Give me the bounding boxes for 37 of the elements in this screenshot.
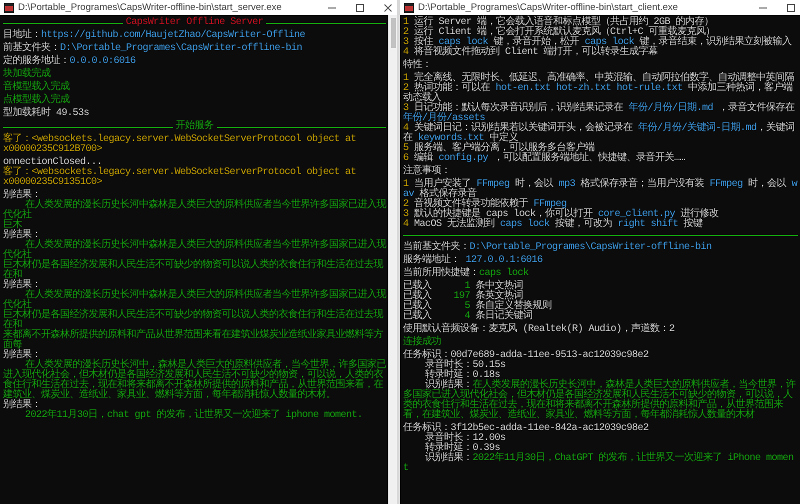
console-line: 已载入 4 条日记关键词: [403, 312, 534, 322]
console-icon: [404, 2, 414, 12]
console-line: 4 将音视频文件拖动到 Client 端打开，可以转录生成字幕: [403, 48, 659, 58]
console-line: 目地址：https://github.com/HaujetZhao/CapsWriter-Offline: [3, 31, 306, 41]
console-line: 客了：<websockets.legacy.server.WebSocketServerProtocol object at: [3, 135, 358, 145]
console-line: 识别结果：2022年11月30日，ChatGPT 的发布，让世界又一次迎来了 iPhone moment: [403, 454, 795, 474]
console-line: 块加载完成: [3, 70, 52, 80]
console-line: x00000235C91351C0>: [3, 178, 104, 188]
console-line: 特性：: [403, 61, 432, 71]
console-line: 点模型载入完成: [3, 96, 70, 106]
console-line: 4 MacOS 无法监测到 caps lock 按键，可改为 right shift 按键: [403, 220, 704, 230]
section-title: CapsWriter Offline Server: [126, 18, 264, 28]
maximize-icon[interactable]: [355, 2, 365, 12]
console-icon: [4, 2, 14, 12]
window-title: D:\Portable_Programes\CapsWriter-offline-bin\start_server.exe: [18, 2, 283, 13]
console-line: 音模型载入完成: [3, 83, 70, 93]
console-line: x00000235C912B700>: [3, 145, 104, 155]
console-line: 当前基文件夹：D:\Portable_Programes\CapsWriter-offline-bin: [403, 243, 713, 253]
scrollbar[interactable]: [388, 15, 397, 504]
console-line: 2022年11月30日，chat gpt 的发布，让世界又一次迎来了 iphone moment.: [24, 411, 364, 421]
close-icon[interactable]: [383, 2, 393, 12]
console-line: 在人类发展的漫长历史长河中森林是人类巨大的原料供应者当今世界许多国家已进入现代化社: [3, 201, 386, 221]
console-line: 别结果：: [3, 401, 41, 411]
section-title: 开始服务: [176, 122, 214, 132]
console-line: 6 编辑 config.py ，可以配置服务端地址、快捷键、录音开关……: [403, 154, 686, 164]
window-title: D:\Portable_Programes\CapsWriter-offline-bin\start_client.exe: [418, 2, 679, 13]
console-line: 注意事项：: [403, 167, 452, 177]
maximize-icon[interactable]: [786, 2, 796, 12]
console-line: 连接成功: [403, 338, 442, 348]
console-line: 使用默认音频设备：麦克风 (Realtek(R) Audio)，声道数：2: [403, 325, 676, 335]
console-line: 型加载耗时 49.53s: [3, 109, 90, 119]
console-line: 定的服务地址：0.0.0.0:6016: [3, 57, 137, 67]
console-line: 当前所用快捷键：caps lock: [403, 269, 530, 279]
console-line: 客了：<websockets.legacy.server.WebSocketServerProtocol object at: [3, 168, 358, 178]
console-line: 前基文件夹：D:\Portable_Programes\CapsWriter-offline-bin: [3, 44, 304, 54]
console-line: 识别结果：在人类发展的漫长历史长河中，森林是人类巨大的原料供应者，当今世界，许多国家已进入现代化社会，但木材仍是各国经济发展和人民生活不可缺少的物资，可以说，人类的衣食住行和生活在过去，现在和将来都离不开森林所提供的原料和产品，从世界范围来看，在建筑业、煤炭业、造纸业、家具业、燃料等方面，每年都消耗惊人数量的木材: [403, 381, 797, 421]
console-line: 服务端地址： 127.0.0.1:6016: [403, 256, 544, 266]
